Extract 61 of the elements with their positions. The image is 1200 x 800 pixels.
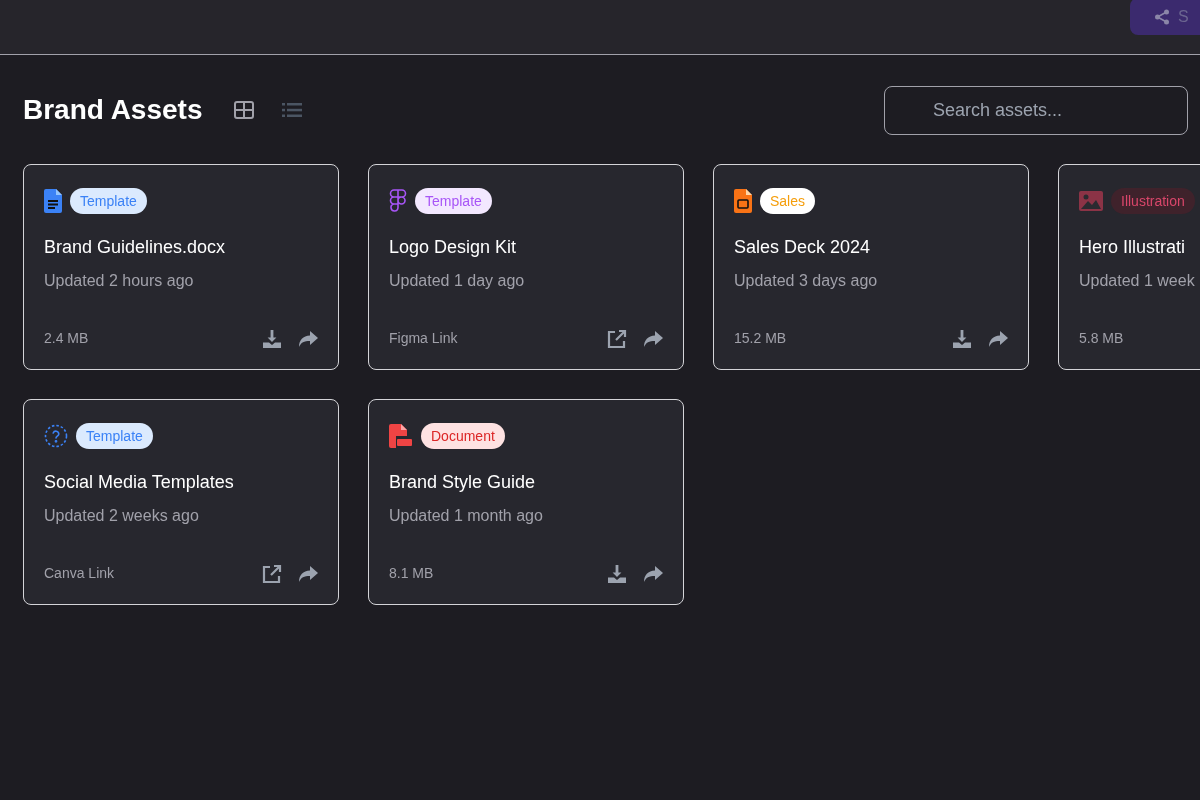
- download-button[interactable]: [952, 328, 972, 349]
- share-arrow-icon: [643, 564, 663, 583]
- share-arrow-icon: [643, 329, 663, 348]
- asset-card[interactable]: Document Brand Style Guide Updated 1 month ago 8.1 MB: [368, 399, 684, 605]
- tag-badge: Template: [76, 423, 153, 449]
- asset-card[interactable]: Illustration Hero Illustrati Updated 1 week 5.8 MB: [1058, 164, 1200, 370]
- presentation-file-icon: [734, 189, 752, 213]
- download-button[interactable]: [607, 563, 627, 584]
- download-icon: [952, 328, 972, 349]
- download-button[interactable]: [262, 328, 282, 349]
- share-button[interactable]: [643, 563, 663, 584]
- asset-title: Hero Illustrati: [1079, 236, 1187, 259]
- page-title: Brand Assets: [23, 93, 203, 127]
- asset-title: Sales Deck 2024: [734, 236, 872, 259]
- file-info: Canva Link: [44, 564, 115, 583]
- help-icon: [44, 424, 68, 448]
- share-button[interactable]: [298, 563, 318, 584]
- file-info: Figma Link: [389, 329, 458, 348]
- share-arrow-icon: [298, 329, 318, 348]
- asset-card[interactable]: Template Brand Guidelines.docx Updated 2 hours ago 2.4 MB: [23, 164, 339, 370]
- tag-badge: Illustration: [1111, 188, 1195, 214]
- search-field[interactable]: Search assets...: [884, 85, 1188, 135]
- share-arrow-icon: [988, 329, 1008, 348]
- tag-badge: Document: [421, 423, 505, 449]
- pdf-file-icon: [389, 424, 413, 448]
- asset-title: Social Media Templates: [44, 471, 235, 494]
- asset-title: Brand Guidelines.docx: [44, 236, 227, 259]
- open-link-button[interactable]: [607, 328, 627, 349]
- file-info: 5.8 MB: [1079, 329, 1124, 348]
- tag-badge: Template: [415, 188, 492, 214]
- updated-time: Updated 1 day ago: [389, 271, 526, 291]
- image-icon: [1079, 191, 1103, 211]
- updated-time: Updated 1 week: [1079, 271, 1196, 291]
- download-icon: [607, 563, 627, 584]
- updated-time: Updated 2 weeks ago: [44, 506, 200, 526]
- updated-time: Updated 1 month ago: [389, 506, 544, 526]
- share-icon: [1154, 8, 1170, 25]
- file-info: 2.4 MB: [44, 329, 89, 348]
- asset-title: Brand Style Guide: [389, 471, 537, 494]
- share-arrow-icon: [298, 564, 318, 583]
- figma-logo-icon: [389, 189, 407, 213]
- document-icon: [44, 189, 62, 213]
- open-link-button[interactable]: [262, 563, 282, 584]
- tag-badge: Sales: [760, 188, 816, 214]
- download-icon: [262, 328, 282, 349]
- list-icon: [282, 102, 303, 118]
- external-link-icon: [607, 328, 627, 349]
- file-info: 8.1 MB: [389, 564, 434, 583]
- share-button[interactable]: [298, 328, 318, 349]
- share-button[interactable]: [643, 328, 663, 349]
- asset-card[interactable]: Template Logo Design Kit Updated 1 day ago Figma Link: [368, 164, 684, 370]
- grid-icon: [234, 101, 255, 119]
- asset-title: Logo Design Kit: [389, 236, 518, 259]
- external-link-icon: [262, 563, 282, 584]
- asset-card[interactable]: Sales Sales Deck 2024 Updated 3 days ago 15.2 MB: [713, 164, 1029, 370]
- updated-time: Updated 3 days ago: [734, 271, 879, 291]
- updated-time: Updated 2 hours ago: [44, 271, 195, 291]
- tag-badge: Template: [70, 188, 147, 214]
- asset-card[interactable]: Template Social Media Templates Updated 2 weeks ago Canva Link: [23, 399, 339, 605]
- share-button[interactable]: [988, 328, 1008, 349]
- file-info: 15.2 MB: [734, 329, 787, 348]
